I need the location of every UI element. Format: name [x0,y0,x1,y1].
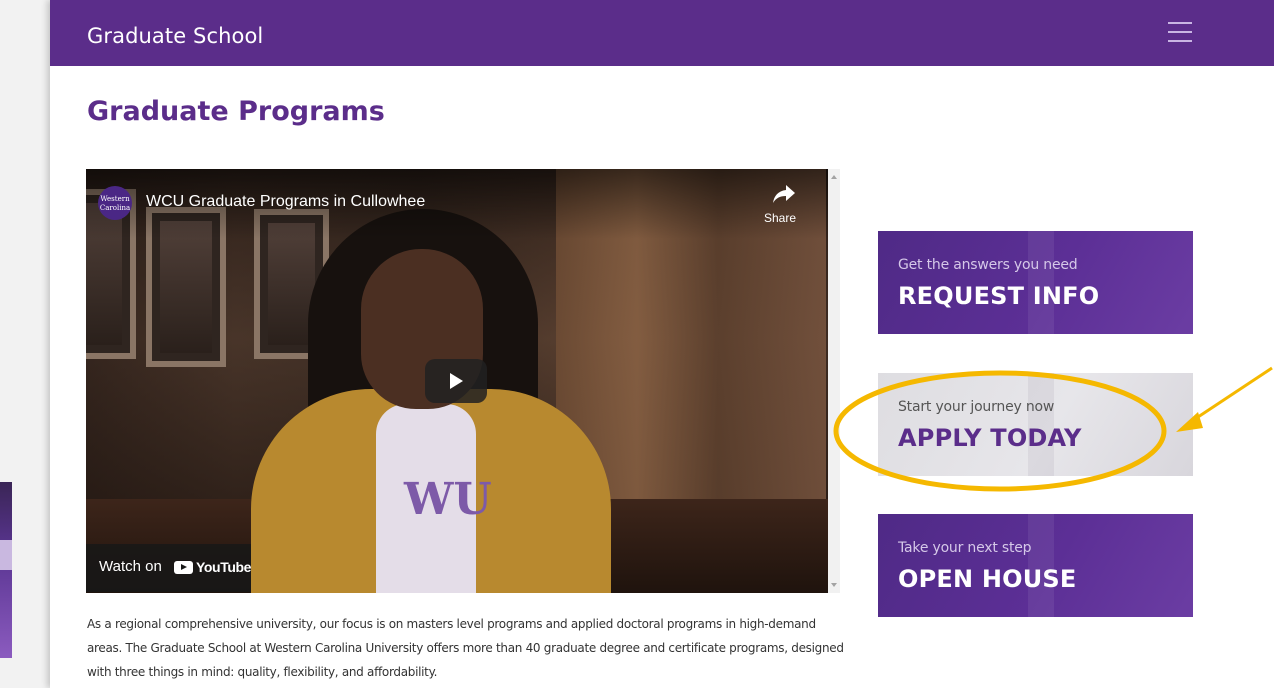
youtube-wordmark: YouTube [196,559,252,575]
share-icon[interactable] [772,183,796,205]
play-icon [450,373,463,389]
site-title[interactable]: Graduate School [87,24,263,48]
background-window-strip-light [0,540,12,570]
page-title: Graduate Programs [87,96,385,127]
browser-page: Graduate School Graduate Programs WU Wes… [50,0,1274,688]
share-label[interactable]: Share [764,211,796,225]
play-button[interactable] [425,359,487,403]
program-description: As a regional comprehensive university, … [87,617,844,679]
hamburger-menu-icon[interactable] [1168,22,1192,44]
open-house-label: OPEN HOUSE [898,565,1077,593]
shirt-letters: WU [404,474,492,525]
scroll-down-arrow-icon[interactable] [831,583,837,587]
apply-today-label: APPLY TODAY [898,424,1082,452]
scroll-up-arrow-icon[interactable] [831,175,837,179]
video-scrollbar[interactable] [828,169,840,593]
watch-on-youtube-button[interactable]: Watch on YouTube [86,544,251,592]
background-window [0,0,50,688]
youtube-video-player[interactable]: WU Western Carolina WCU Graduate Program… [86,169,828,593]
apply-today-button[interactable]: Start your journey now APPLY TODAY [878,373,1193,476]
request-info-button[interactable]: Get the answers you need REQUEST INFO [878,231,1193,334]
top-navigation-bar: Graduate School [50,0,1274,66]
open-house-subtitle: Take your next step [898,540,1032,556]
request-info-subtitle: Get the answers you need [898,257,1078,273]
apply-today-subtitle: Start your journey now [898,399,1055,415]
youtube-logo-icon [174,561,193,574]
open-house-button[interactable]: Take your next step OPEN HOUSE [878,514,1193,617]
channel-logo[interactable]: Western Carolina [98,186,132,220]
watch-on-label: Watch on [99,558,162,575]
request-info-label: REQUEST INFO [898,282,1100,310]
video-title[interactable]: WCU Graduate Programs in Cullowhee [146,193,425,211]
background-window-strip [0,482,12,658]
